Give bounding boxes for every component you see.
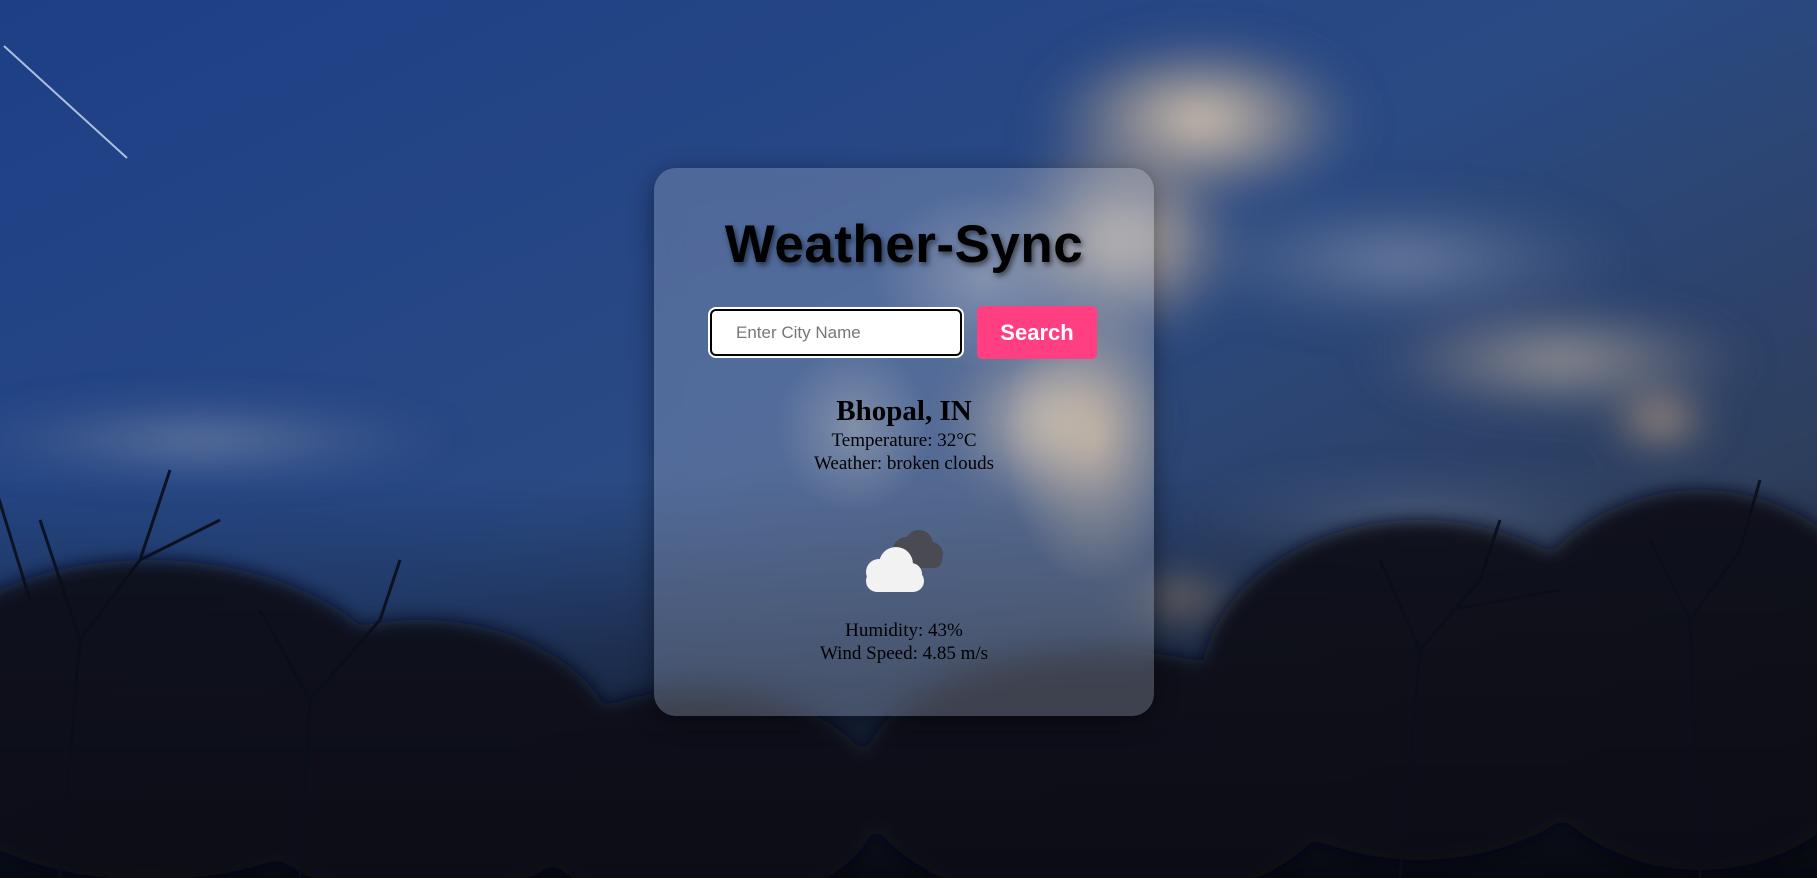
wind-speed-text: Wind Speed: 4.85 m/s — [819, 643, 989, 664]
weather-card: Weather-Sync Search Bhopal, IN Temperatu… — [654, 168, 1154, 716]
location-name: Bhopal, IN — [836, 395, 972, 427]
temperature-text: Temperature: 32°C — [831, 430, 977, 451]
humidity-text: Humidity: 43% — [845, 620, 963, 641]
search-button[interactable]: Search — [977, 306, 1097, 359]
broken-clouds-icon — [856, 524, 952, 594]
city-search-input[interactable] — [708, 307, 964, 358]
app-title: Weather-Sync — [724, 215, 1084, 274]
weather-description: Weather: broken clouds — [814, 453, 994, 474]
